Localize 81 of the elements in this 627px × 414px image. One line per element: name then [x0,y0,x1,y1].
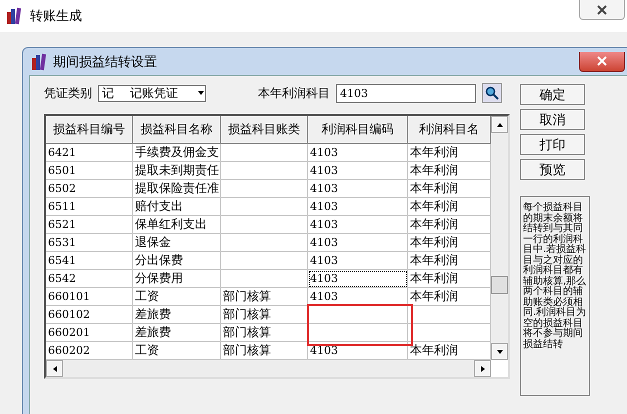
down-arrow-icon [496,348,504,356]
table-row[interactable]: 6541 分出保费 4103 本年利润 [46,252,491,270]
scroll-down-button[interactable] [491,343,508,360]
dialog-title: 期间损益结转设置 [53,54,157,70]
table-cell: 660201 [46,324,133,342]
search-icon [485,86,499,100]
table-cell: 4103 [308,270,408,288]
table-cell: 4103 [308,288,408,306]
table-cell: 6542 [46,270,133,288]
table-cell: 6531 [46,234,133,252]
table-cell: 6521 [46,216,133,234]
table-row[interactable]: 6502 提取保险责任准 4103 本年利润 [46,180,491,198]
scrollbar-thumb[interactable] [491,276,508,294]
close-icon [597,4,607,14]
table-cell: 分出保费 [133,252,221,270]
table-cell: 6541 [46,252,133,270]
table-row[interactable]: 660101 工资 部门核算 4103 本年利润 [46,288,491,306]
table-row[interactable]: 660102 差旅费 部门核算 [46,306,491,324]
table-cell: 差旅费 [133,324,221,342]
table-cell: 工资 [133,288,221,306]
up-arrow-icon [496,120,504,128]
close-button[interactable] [579,0,625,20]
horizontal-scrollbar[interactable] [46,360,491,377]
voucher-type-dropdown[interactable]: 记 记账凭证 [98,84,206,102]
voucher-type-label: 凭证类别 [44,84,92,102]
table-row[interactable]: 6501 提取未到期责任 4103 本年利润 [46,162,491,180]
dialog-button[interactable]: 打印 [520,134,585,155]
close-button[interactable] [579,52,625,72]
profit-account-field[interactable]: 4103 [336,84,476,102]
help-text: 每个损益科目的期末余额将结转到与其同一行的利润科目中.若损益科目与之对应的利润科目都有辅助核算,那么两个科目的辅助账类必须相同.利润科目为空的损益科目将不参与期间损益结转 [520,196,590,396]
column-header[interactable]: 利润科目名 [408,116,491,144]
table-cell: 分保费用 [133,270,221,288]
vertical-scrollbar[interactable] [491,116,508,360]
table-cell: 4103 [308,234,408,252]
table-cell: 6502 [46,180,133,198]
column-header[interactable]: 利润科目编码 [308,116,408,144]
table-cell: 4103 [308,216,408,234]
scroll-up-button[interactable] [491,116,508,133]
column-header[interactable]: 损益科目账类 [221,116,308,144]
scroll-right-button[interactable] [474,360,491,377]
left-arrow-icon [50,364,58,372]
table-row[interactable]: 660201 差旅费 部门核算 [46,324,491,342]
table-cell: 退保金 [133,234,221,252]
table-cell: 6421 [46,144,133,162]
table-cell: 部门核算 [221,288,308,306]
table-cell: 提取未到期责任 [133,162,221,180]
table-cell: 4103 [308,144,408,162]
table-cell: 4103 [308,252,408,270]
column-header[interactable]: 损益科目名称 [133,116,221,144]
table-cell: 4103 [308,180,408,198]
table-row[interactable]: 6531 退保金 4103 本年利润 [46,234,491,252]
table-cell: 4103 [308,162,408,180]
books-icon [6,7,22,25]
dialog-button[interactable]: 确定 [520,84,585,105]
table-row[interactable]: 6421 手续费及佣金支 4103 本年利润 [46,144,491,162]
table-cell: 4103 [308,198,408,216]
column-header[interactable]: 损益科目编号 [46,116,133,144]
table-row[interactable]: 6511 赔付支出 4103 本年利润 [46,198,491,216]
table-cell: 部门核算 [221,306,308,324]
dialog-button[interactable]: 取消 [520,109,585,130]
table-row[interactable]: 6542 分保费用 4103 本年利润 [46,270,491,288]
close-icon [597,56,607,66]
table-cell: 6501 [46,162,133,180]
scroll-left-button[interactable] [46,360,63,377]
down-arrow-icon [197,89,205,97]
table-cell: 差旅费 [133,306,221,324]
table-cell: 赔付支出 [133,198,221,216]
table-cell: 6511 [46,198,133,216]
right-arrow-icon [478,364,486,372]
table-cell: 660101 [46,288,133,306]
profit-account-label: 本年利润科目 [258,84,330,102]
dialog-button[interactable]: 预览 [520,159,585,180]
search-button[interactable] [482,83,502,103]
window-title: 转账生成 [30,8,82,25]
table-cell: 手续费及佣金支 [133,144,221,162]
table-cell: 660102 [46,306,133,324]
table-cell: 部门核算 [221,324,308,342]
table-cell: 保单红利支出 [133,216,221,234]
table-row[interactable]: 6521 保单红利支出 4103 本年利润 [46,216,491,234]
table-cell: 提取保险责任准 [133,180,221,198]
books-icon [31,52,47,70]
